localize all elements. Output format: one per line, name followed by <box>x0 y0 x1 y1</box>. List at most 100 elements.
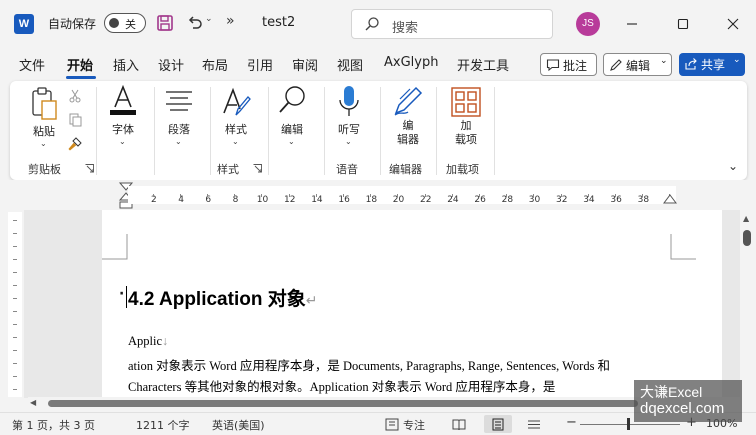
minimize-icon[interactable] <box>620 12 644 36</box>
right-indent-marker-icon[interactable] <box>663 194 677 204</box>
web-layout-icon[interactable] <box>527 418 541 431</box>
editing-button[interactable]: 编辑 ⌄ <box>274 85 310 155</box>
language-indicator[interactable]: 英语(美国) <box>212 417 265 433</box>
editor-label-line1: 编 <box>402 119 414 132</box>
editing-mode-label: 编辑 <box>626 59 651 73</box>
focus-icon[interactable] <box>385 418 399 431</box>
microphone-icon <box>339 86 359 116</box>
vertical-scroll-thumb[interactable] <box>743 230 751 246</box>
print-layout-icon[interactable] <box>491 418 505 431</box>
active-tab-indicator <box>66 76 96 79</box>
horizontal-ruler[interactable]: 2 4 6 8 10 12 14 16 18 20 22 24 26 28 30 32 34 36 38 <box>128 186 676 205</box>
ruler-number: 38 <box>637 195 650 205</box>
user-avatar[interactable]: JS <box>576 12 600 36</box>
dialog-launcher-icon[interactable] <box>253 164 262 173</box>
ruler-number: 22 <box>420 195 432 205</box>
ruler-tick <box>397 194 399 197</box>
tab-view[interactable]: 视图 <box>337 55 363 74</box>
chevron-down-icon: ⌄ <box>288 137 295 146</box>
paste-label: 粘贴 <box>33 125 55 138</box>
ruler-number: 34 <box>583 195 595 205</box>
paragraph-mark-bullet: · <box>119 286 125 302</box>
document-canvas[interactable]: · 4.2 Application 对象↵ Applic↓ ation 对象表示… <box>24 210 740 398</box>
more-commands-icon[interactable]: » <box>226 13 235 29</box>
document-page[interactable]: · 4.2 Application 对象↵ Applic↓ ation 对象表示… <box>102 210 722 398</box>
autosave-toggle[interactable]: 关 <box>104 13 146 33</box>
tab-layout[interactable]: 布局 <box>202 55 228 74</box>
ruler-number: 26 <box>474 195 486 205</box>
margin-corner-mark <box>102 234 128 260</box>
body-line-1[interactable]: Applic↓ <box>128 334 168 349</box>
undo-icon[interactable] <box>186 14 204 32</box>
undo-dropdown-icon[interactable]: ⌄ <box>205 14 213 24</box>
zoom-slider-track[interactable] <box>580 424 680 425</box>
word-count[interactable]: 1211 个字 <box>136 417 190 433</box>
editor-group-label: 编辑器 <box>389 163 422 176</box>
share-button[interactable]: 共享 ⌄ <box>679 53 745 76</box>
chevron-down-icon: ⌄ <box>733 55 741 65</box>
font-button[interactable]: 字体 ⌄ <box>106 85 140 155</box>
chevron-down-icon: ⌄ <box>40 139 47 148</box>
styles-button[interactable]: 样式 ⌄ <box>218 85 254 155</box>
body-line-3[interactable]: Characters 等其他对象的根对象。Application 对象表示 Wo… <box>128 376 555 395</box>
document-title: test2 <box>262 15 296 30</box>
heading-4-2[interactable]: 4.2 Application 对象↵ <box>128 284 317 311</box>
editor-button[interactable]: 编 辑器 <box>388 85 428 157</box>
search-box[interactable]: 搜索 <box>351 9 553 39</box>
editing-mode-button[interactable]: 编辑 ⌄ <box>603 53 672 76</box>
zoom-out-icon[interactable]: − <box>566 415 577 430</box>
editing-label: 编辑 <box>281 123 303 136</box>
line-break-mark: ↓ <box>162 334 169 348</box>
focus-label[interactable]: 专注 <box>403 417 425 433</box>
ruler-tick <box>424 194 426 197</box>
ruler-number: 18 <box>365 195 378 205</box>
body-line-2[interactable]: ation 对象表示 Word 应用程序本身，是 Documents, Para… <box>128 355 610 374</box>
ribbon-separator <box>436 87 437 175</box>
chevron-down-icon: ⌄ <box>119 137 126 146</box>
ribbon-separator <box>324 87 325 175</box>
read-mode-icon[interactable] <box>452 418 466 431</box>
save-icon[interactable] <box>156 14 174 32</box>
tab-review[interactable]: 审阅 <box>292 55 318 74</box>
paragraph-button[interactable]: 段落 ⌄ <box>162 85 196 155</box>
dialog-launcher-icon[interactable] <box>85 164 94 173</box>
collapse-ribbon-icon[interactable]: ⌄ <box>728 159 738 173</box>
vertical-scrollbar[interactable]: ▲ <box>740 212 754 397</box>
horizontal-scroll-thumb[interactable] <box>48 400 638 407</box>
tab-file[interactable]: 文件 <box>19 55 45 74</box>
format-painter-icon[interactable] <box>68 137 82 151</box>
tab-developer[interactable]: 开发工具 <box>457 55 509 74</box>
vertical-ruler-tick <box>13 220 17 221</box>
ribbon-separator <box>268 87 269 175</box>
tab-design[interactable]: 设计 <box>158 55 184 74</box>
menu-bar: 文件 开始 插入 设计 布局 引用 审阅 视图 AxGlyph 开发工具 批注 … <box>0 48 756 80</box>
tab-insert[interactable]: 插入 <box>113 55 139 74</box>
find-icon <box>279 86 305 113</box>
ruler-number: 12 <box>284 195 296 205</box>
addins-button[interactable]: 加 载项 <box>446 85 486 157</box>
page-count[interactable]: 第 1 页，共 3 页 <box>12 417 95 433</box>
chevron-down-icon: ⌄ <box>660 56 668 66</box>
tab-references[interactable]: 引用 <box>247 55 273 74</box>
search-placeholder: 搜索 <box>392 21 419 36</box>
maximize-icon[interactable] <box>671 12 695 36</box>
autosave-label: 自动保存 <box>48 17 97 31</box>
tab-home[interactable]: 开始 <box>67 55 93 74</box>
dictate-button[interactable]: 听写 ⌄ <box>331 85 367 155</box>
scroll-left-icon[interactable]: ◀ <box>30 398 36 407</box>
font-color-icon <box>110 85 136 115</box>
zoom-slider-thumb[interactable] <box>627 418 630 430</box>
addins-label-line1: 加 <box>460 119 472 132</box>
vertical-ruler-tick <box>13 233 17 234</box>
comments-button[interactable]: 批注 <box>540 53 597 76</box>
body-line-1-text: Applic <box>128 334 163 348</box>
ribbon-separator <box>96 87 97 175</box>
cut-icon[interactable] <box>68 89 82 103</box>
close-icon[interactable] <box>721 12 745 36</box>
tab-axglyph[interactable]: AxGlyph <box>384 55 438 70</box>
vertical-ruler-tick <box>13 285 17 286</box>
paste-button[interactable]: 粘贴 ⌄ <box>26 87 62 155</box>
ruler-number: 36 <box>610 195 622 205</box>
copy-icon[interactable] <box>68 113 82 127</box>
scroll-up-icon[interactable]: ▲ <box>743 214 749 223</box>
